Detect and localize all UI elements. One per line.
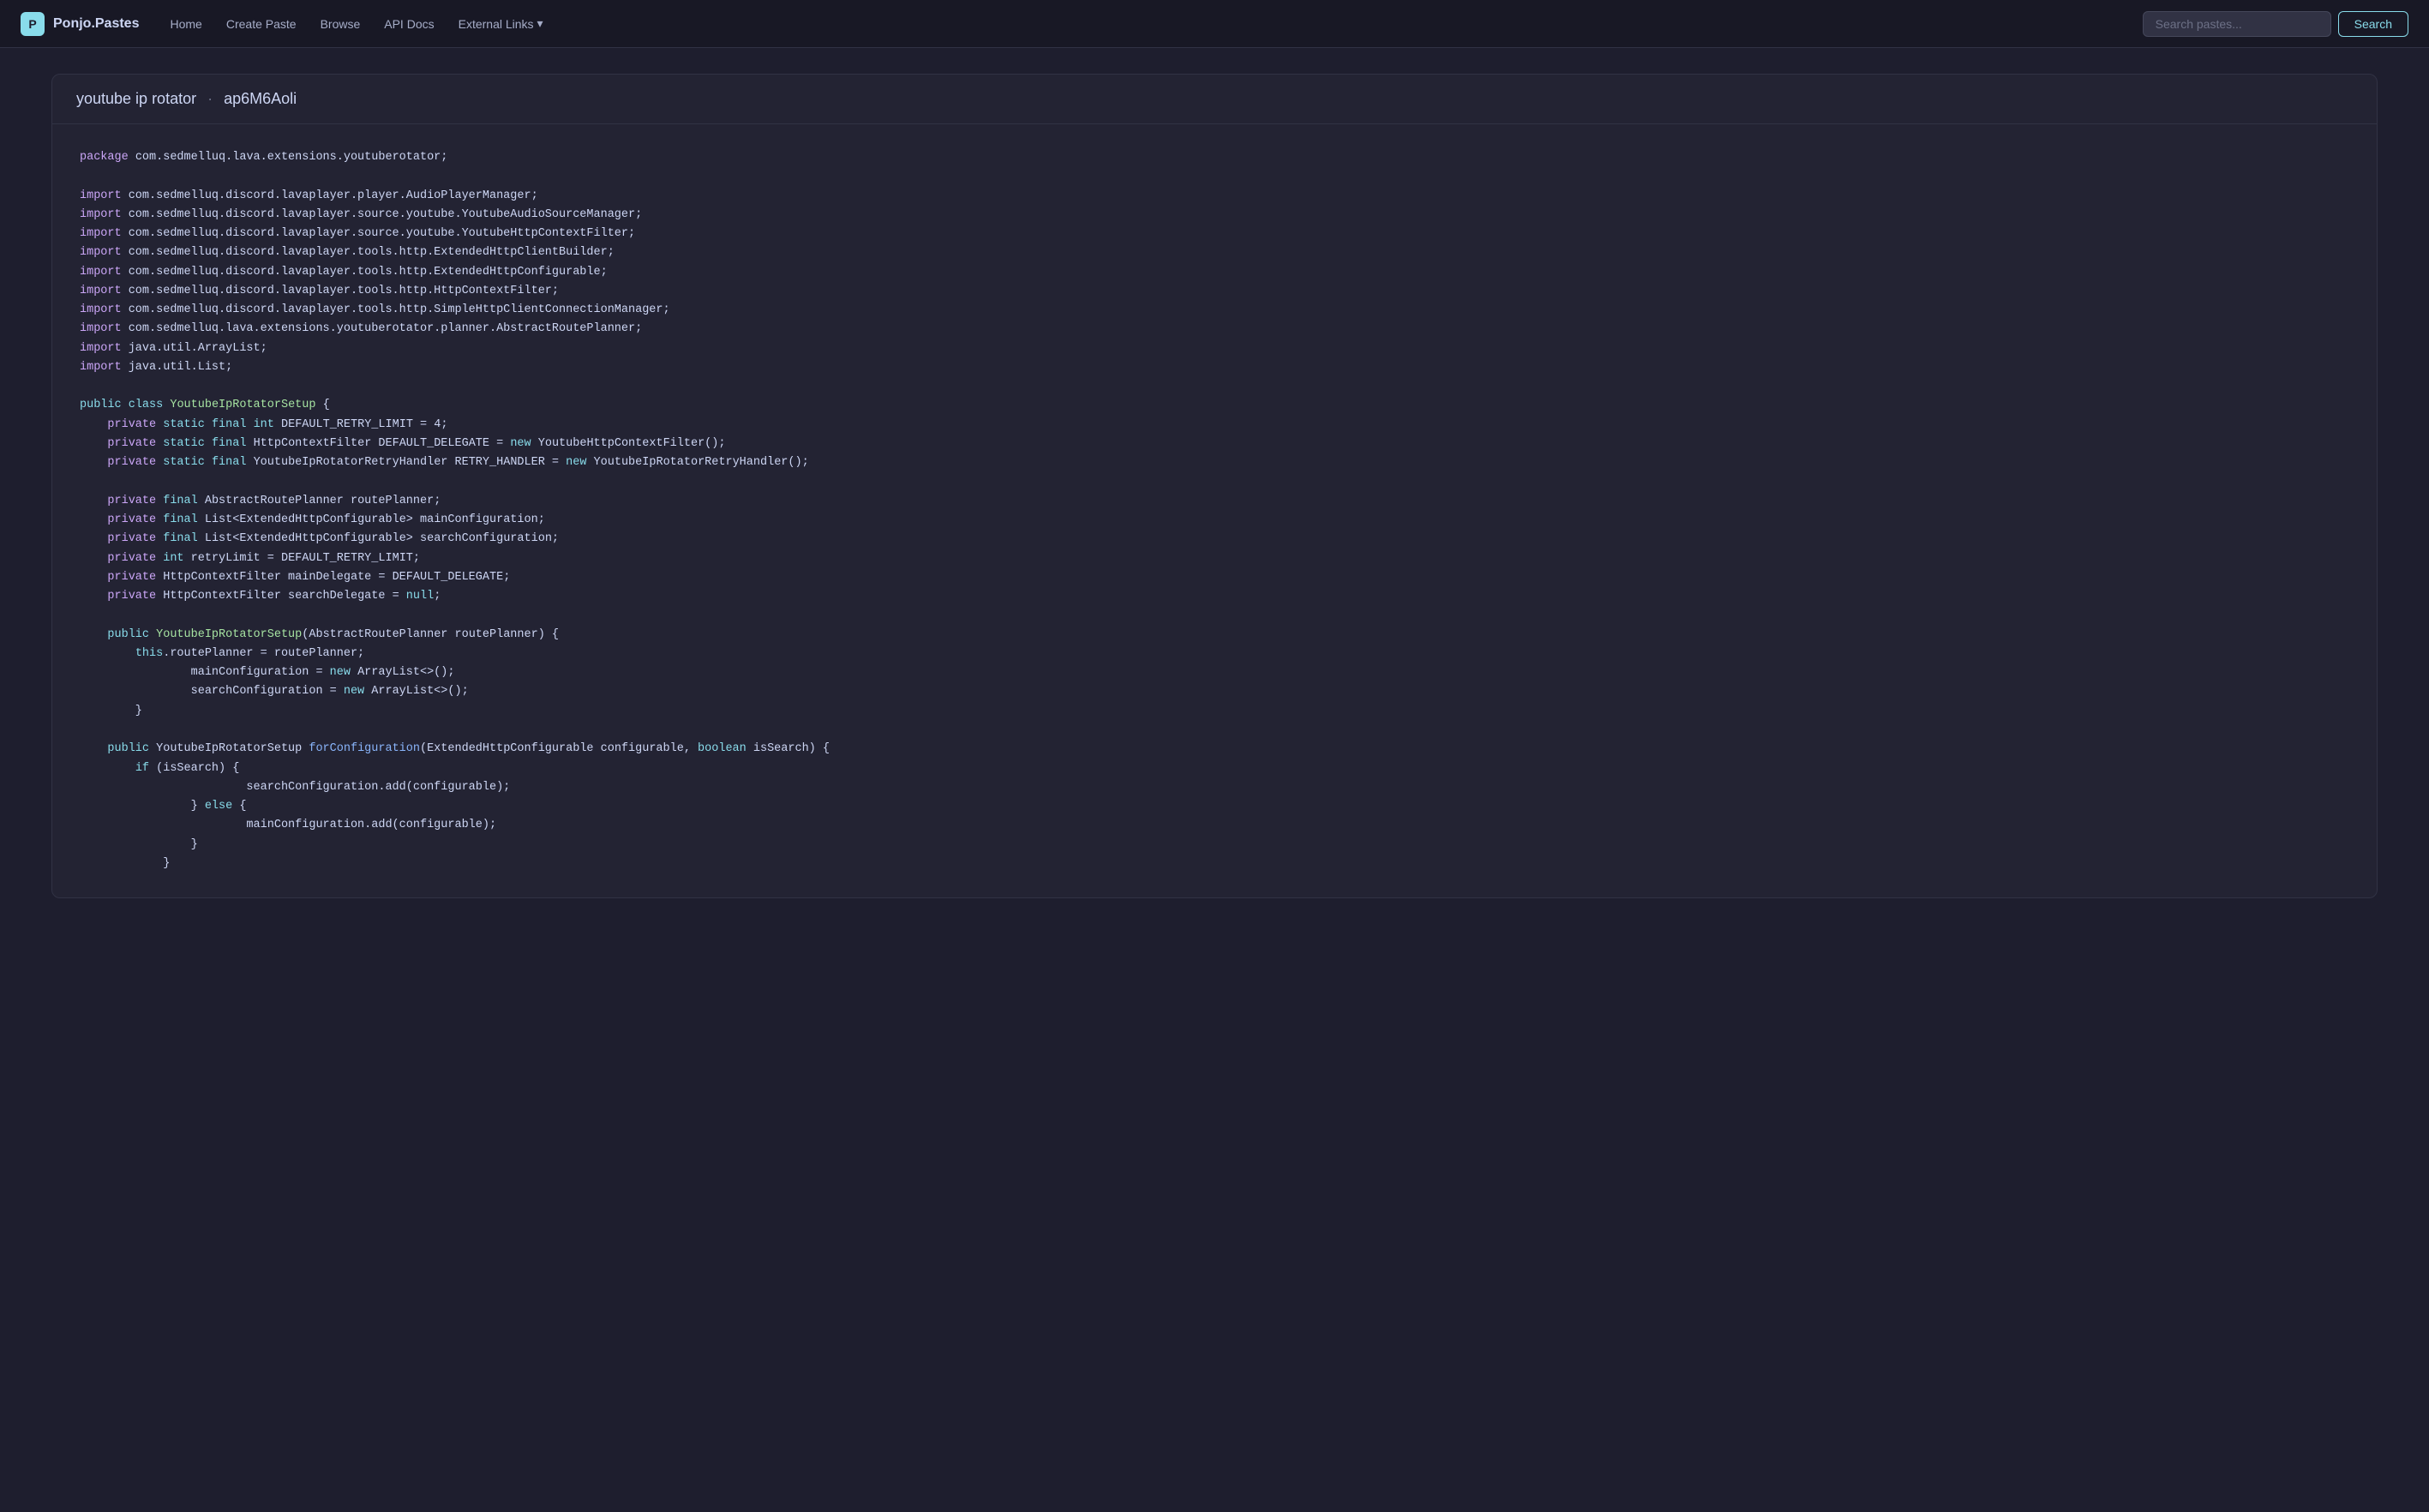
brand-name: Ponjo.Pastes: [53, 16, 139, 32]
nav-browse[interactable]: Browse: [310, 12, 371, 36]
main-content: youtube ip rotator · ap6M6Aoli package c…: [0, 48, 2429, 924]
nav-create-paste[interactable]: Create Paste: [216, 12, 307, 36]
code-area: package com.sedmelluq.lava.extensions.yo…: [52, 124, 2377, 897]
search-input[interactable]: [2143, 11, 2331, 37]
nav-api-docs[interactable]: API Docs: [374, 12, 444, 36]
chevron-down-icon: ▾: [537, 16, 543, 31]
nav-home[interactable]: Home: [159, 12, 212, 36]
code-block: package com.sedmelluq.lava.extensions.yo…: [80, 148, 2349, 873]
nav-external-links-label: External Links: [459, 17, 534, 31]
navbar: P Ponjo.Pastes Home Create Paste Browse …: [0, 0, 2429, 48]
paste-header: youtube ip rotator · ap6M6Aoli: [52, 75, 2377, 124]
nav-links: Home Create Paste Browse API Docs Extern…: [159, 11, 2121, 36]
paste-name: youtube ip rotator: [76, 90, 196, 107]
brand-link[interactable]: P Ponjo.Pastes: [21, 12, 139, 36]
search-button[interactable]: Search: [2338, 11, 2408, 37]
brand-icon: P: [21, 12, 45, 36]
paste-title: youtube ip rotator · ap6M6Aoli: [76, 90, 2353, 108]
paste-container: youtube ip rotator · ap6M6Aoli package c…: [51, 74, 2378, 898]
search-area: Search: [2143, 11, 2408, 37]
nav-external-links[interactable]: External Links ▾: [448, 11, 554, 36]
paste-id: ap6M6Aoli: [224, 90, 297, 107]
paste-separator: ·: [207, 90, 213, 107]
